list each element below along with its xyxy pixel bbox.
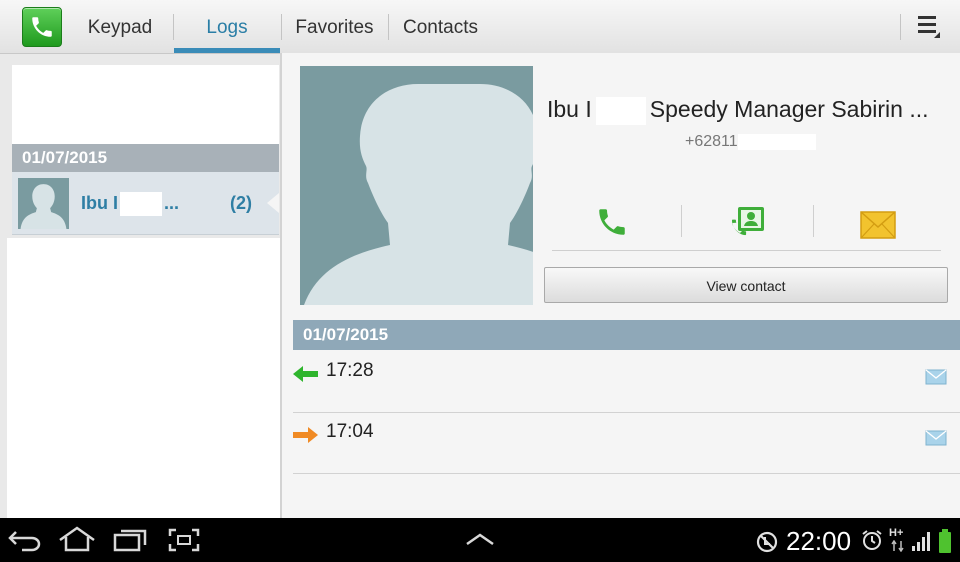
contact-name: Ibu I Speedy Manager Sabirin ... bbox=[547, 96, 952, 125]
log-entry-row[interactable]: 17:04 bbox=[293, 413, 960, 474]
log-entry-time: 17:04 bbox=[326, 421, 374, 442]
outgoing-call-arrow-icon bbox=[293, 427, 318, 443]
recent-apps-icon[interactable] bbox=[113, 528, 147, 552]
call-button[interactable] bbox=[595, 205, 635, 245]
action-separator bbox=[813, 205, 814, 237]
contact-call-icon bbox=[732, 207, 764, 236]
alarm-icon bbox=[862, 530, 882, 550]
message-envelope-icon[interactable] bbox=[925, 430, 947, 446]
message-envelope-icon[interactable] bbox=[925, 369, 947, 385]
left-date-header: 01/07/2015 bbox=[12, 144, 279, 172]
tab-favorites[interactable]: Favorites bbox=[282, 0, 387, 53]
no-sync-icon bbox=[756, 531, 778, 553]
phone-app-icon[interactable] bbox=[22, 7, 62, 47]
active-tab-indicator bbox=[174, 48, 280, 53]
tab-keypad-label: Keypad bbox=[87, 17, 153, 38]
person-silhouette-icon bbox=[20, 184, 67, 229]
incoming-call-arrow-icon bbox=[293, 366, 318, 382]
selection-pointer bbox=[267, 193, 279, 213]
redaction-mask bbox=[120, 192, 162, 217]
tab-favorites-label: Favorites bbox=[295, 17, 374, 38]
list-item-call-count: (2) bbox=[230, 193, 252, 213]
phone-handset-icon bbox=[32, 17, 52, 37]
tab-keypad[interactable]: Keypad bbox=[75, 0, 165, 53]
data-activity-icon bbox=[891, 540, 904, 552]
home-icon[interactable] bbox=[58, 526, 96, 552]
log-entry-row[interactable]: 17:28 bbox=[293, 352, 960, 413]
log-date-header: 01/07/2015 bbox=[293, 320, 960, 350]
log-entry-time: 17:28 bbox=[326, 360, 374, 381]
status-clock: 22:00 bbox=[786, 526, 852, 556]
video-call-button[interactable] bbox=[728, 205, 768, 245]
contact-photo bbox=[300, 66, 533, 305]
battery-icon bbox=[939, 529, 951, 553]
back-icon[interactable] bbox=[8, 528, 42, 552]
view-contact-label: View contact bbox=[706, 278, 786, 294]
list-item[interactable]: Ibu I... (2) bbox=[12, 172, 279, 235]
tab-contacts[interactable]: Contacts bbox=[389, 0, 492, 53]
chevron-up-icon[interactable] bbox=[465, 532, 495, 546]
screenshot-icon[interactable] bbox=[168, 528, 200, 552]
log-date-header-text: 01/07/2015 bbox=[303, 325, 389, 344]
view-contact-button[interactable]: View contact bbox=[544, 267, 948, 303]
phone-call-icon bbox=[599, 209, 625, 235]
list-item-name: Ibu I... bbox=[81, 172, 179, 234]
tab-contacts-label: Contacts bbox=[403, 17, 478, 38]
contact-number: +62811 bbox=[685, 133, 816, 151]
action-separator bbox=[681, 205, 682, 237]
redaction-mask bbox=[595, 96, 646, 125]
tab-logs[interactable]: Logs bbox=[174, 0, 280, 53]
system-navigation-bar: 22:00 H+ bbox=[0, 518, 960, 562]
person-silhouette-icon bbox=[304, 84, 533, 305]
actions-divider bbox=[552, 250, 941, 251]
signal-strength-icon bbox=[912, 532, 930, 551]
redaction-mask bbox=[737, 133, 816, 150]
menu-button[interactable] bbox=[914, 14, 944, 40]
left-date-header-text: 01/07/2015 bbox=[22, 148, 108, 167]
left-list-empty-area bbox=[7, 238, 280, 520]
top-tab-bar: Keypad Logs Favorites Contacts bbox=[0, 0, 960, 54]
tab-logs-label: Logs bbox=[206, 17, 248, 38]
network-type-label: H+ bbox=[889, 527, 904, 539]
avatar bbox=[18, 178, 69, 229]
message-button[interactable] bbox=[860, 205, 900, 245]
tab-separator bbox=[900, 14, 901, 40]
left-list-top-area bbox=[12, 65, 279, 145]
envelope-icon bbox=[860, 211, 896, 239]
